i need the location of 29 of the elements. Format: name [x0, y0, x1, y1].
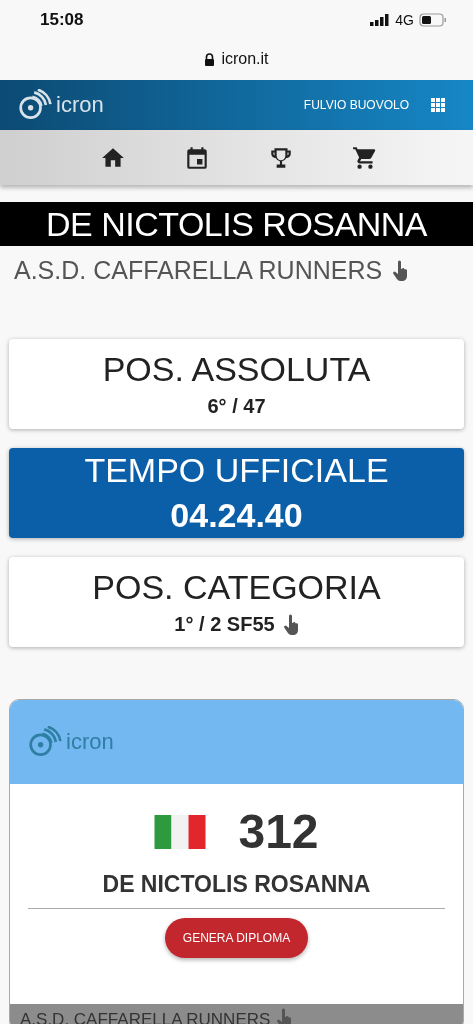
clock: 15:08 [40, 10, 84, 30]
hand-pointer-icon [276, 1008, 293, 1024]
result-title: POS. ASSOLUTA [102, 350, 371, 389]
logo-text: icron [56, 92, 104, 118]
battery-icon [419, 13, 447, 27]
user-name-link[interactable]: FULVIO BUOVOLO [303, 98, 409, 112]
result-title: TEMPO UFFICIALE [84, 451, 389, 490]
calendar-icon[interactable] [184, 144, 210, 171]
bib-number: 312 [238, 804, 319, 859]
address-bar[interactable]: icron.it [204, 50, 269, 68]
stopwatch-signal-icon [18, 89, 54, 121]
network-label: 4G [395, 12, 414, 28]
result-value: 6° / 47 [207, 395, 266, 418]
signal-icon [370, 14, 391, 26]
bib-athlete-name: DE NICTOLIS ROSANNA [102, 871, 371, 898]
lock-icon [204, 52, 216, 66]
athlete-name: DE NICTOLIS ROSANNA [0, 202, 473, 246]
cart-icon[interactable] [352, 144, 378, 171]
result-value: 04.24.40 [170, 496, 303, 535]
generate-diploma-button[interactable]: GENERA DIPLOMA [164, 918, 309, 958]
result-title: POS. CATEGORIA [92, 568, 381, 607]
result-value: 1° / 2 SF55 [174, 613, 275, 636]
apps-grid-icon[interactable] [431, 98, 445, 112]
stopwatch-signal-icon [28, 726, 64, 758]
logo-text: icron [66, 729, 114, 755]
club-name: A.S.D. CAFFARELLA RUNNERS [14, 256, 383, 285]
flag-icon [154, 814, 207, 849]
hand-pointer-icon [392, 259, 409, 282]
hand-pointer-icon [282, 613, 299, 636]
